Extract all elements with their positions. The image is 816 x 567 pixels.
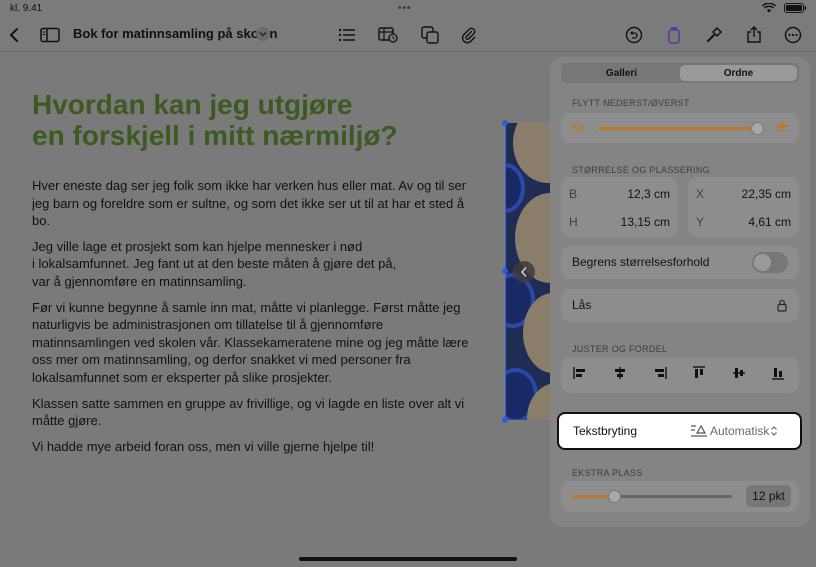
paragraph-1: Hver eneste dag ser jeg folk som ikke ha… [32,178,467,229]
layer-front-icon[interactable] [775,121,789,135]
selection-handle-bottom[interactable] [502,417,508,423]
chevron-updown-icon [771,426,777,436]
move-layer-card [561,113,799,143]
format-hammer-icon[interactable] [703,24,725,46]
tab-ordne[interactable]: Ordne [680,65,797,81]
selection-handle-middle[interactable] [502,268,508,274]
move-section-label: FLYTT NEDERST/ØVERST [572,98,690,108]
extra-slider-knob[interactable] [608,490,621,503]
status-time: kl. 9.41 [10,3,43,14]
chevron-left-icon [520,266,527,278]
move-slider-fill [598,127,758,130]
width-field[interactable]: 12,3 cm [627,187,670,201]
paperclip-icon[interactable] [458,24,480,46]
layer-back-icon[interactable] [571,121,585,135]
constrain-row[interactable]: Begrens størrelsesforhold [561,246,799,279]
constrain-toggle[interactable] [752,252,788,273]
document-toolbar: Bok for matinnsamling på skolen [0,18,816,52]
size-section-label: STØRRELSE OG PLASSERING [572,165,710,175]
width-label: B [569,187,578,201]
extra-space-section-label: EKSTRA PLASS [572,468,643,478]
size-card-right: X 22,35 cm Y 4,61 cm [688,177,799,237]
align-card [561,357,799,393]
format-brush-icon[interactable] [663,24,685,46]
lock-row[interactable]: Lås [561,289,799,322]
battery-icon [784,3,806,13]
size-card-left: B 12,3 cm H 13,15 cm [561,177,678,237]
multitasking-dots-icon[interactable]: ••• [398,4,412,14]
selection-handle-top[interactable] [502,120,508,126]
text-wrap-icon [691,424,707,437]
x-field[interactable]: 22,35 cm [742,187,791,201]
align-middle-icon[interactable] [732,366,746,380]
shapes-icon[interactable] [419,24,441,46]
wifi-icon [762,3,776,13]
paragraph-3: Før vi kunne begynne å samle inn mat, må… [32,299,469,385]
extra-space-card: 12 pkt [561,481,799,512]
paragraph-2-line-1: Jeg ville lage et prosjekt som kan hjelp… [32,238,363,254]
paragraph-2-line-2: i lokalsamfunnet. Jeg fant ut at den bes… [32,256,397,272]
document-body[interactable]: Hver eneste dag ser jeg folk som ikke ha… [32,177,472,463]
height-field[interactable]: 13,15 cm [621,215,670,229]
paragraph-5: Vi hadde mye arbeid foran oss, men vi vi… [32,438,375,454]
status-indicators [762,3,806,13]
list-icon[interactable] [336,24,358,46]
home-indicator[interactable] [299,557,517,561]
paragraph-2: Jeg ville lage et prosjekt som kan hjelp… [32,238,472,291]
align-center-icon[interactable] [613,366,627,380]
text-wrap-label: Tekstbryting [573,424,638,438]
document-title[interactable]: Bok for matinnsamling på skolen [73,26,277,41]
sidebar-icon[interactable] [39,24,61,46]
paragraph-4: Klassen satte sammen en gruppe av frivil… [32,395,465,429]
y-label: Y [696,215,705,229]
y-field[interactable]: 4,61 cm [748,215,791,229]
photo-previous-button[interactable] [513,261,535,283]
align-top-icon[interactable] [692,366,706,380]
panel-tabs: Galleri Ordne [561,63,799,83]
more-icon[interactable] [782,24,804,46]
toggle-thumb [754,254,771,271]
lock-icon [777,299,787,312]
lock-label: Lås [572,298,592,312]
text-wrap-value[interactable]: Automatisk [710,424,769,438]
x-label: X [696,187,705,201]
move-slider-knob[interactable] [751,122,764,135]
paragraph-2-line-3: var å gjennomføre en matinnsamling. [32,273,247,289]
back-chevron-icon[interactable] [3,24,25,46]
document-heading[interactable]: Hvordan kan jeg utgjøre en forskjell i m… [32,89,472,151]
title-chevron-down-icon[interactable] [256,27,270,41]
heading-line-1: Hvordan kan jeg utgjøre [32,89,353,120]
status-bar: kl. 9.41 ••• [0,0,816,18]
align-left-icon[interactable] [573,366,587,380]
share-icon[interactable] [743,24,765,46]
height-label: H [569,215,578,229]
constrain-label: Begrens størrelsesforhold [572,255,710,269]
table-icon[interactable] [377,24,399,46]
align-right-icon[interactable] [653,366,667,380]
heading-line-2: en forskjell i mitt nærmiljø? [32,120,398,151]
undo-icon[interactable] [623,24,645,46]
tab-galleri[interactable]: Galleri [563,65,680,81]
text-wrap-row[interactable]: Tekstbryting Automatisk [557,412,802,450]
format-panel: Galleri Ordne FLYTT NEDERST/ØVERST STØRR… [550,57,810,527]
align-section-label: JUSTER OG FORDEL [572,344,668,354]
align-bottom-icon[interactable] [771,366,785,380]
extra-space-field[interactable]: 12 pkt [746,485,791,507]
